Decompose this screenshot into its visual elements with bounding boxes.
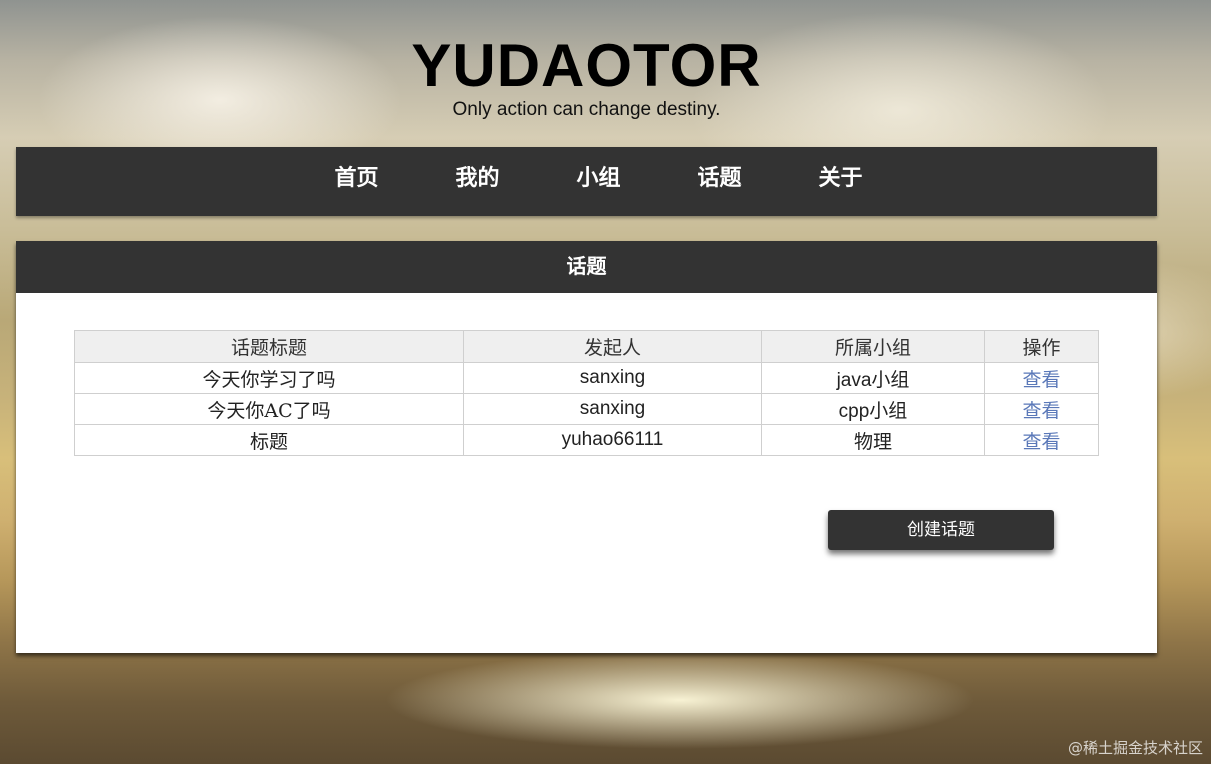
topic-action-cell: 查看 bbox=[984, 393, 1099, 425]
view-link[interactable]: 查看 bbox=[1022, 400, 1060, 422]
nav-item-home[interactable]: 首页 bbox=[296, 147, 417, 216]
column-header-group: 所属小组 bbox=[761, 330, 985, 363]
topic-title-cell: 今天你AC了吗 bbox=[74, 393, 464, 425]
nav-list: 首页 我的 小组 话题 关于 bbox=[296, 147, 901, 216]
panel-title: 话题 bbox=[16, 241, 1157, 293]
topic-author-cell: sanxing bbox=[463, 393, 762, 425]
create-topic-button[interactable]: 创建话题 bbox=[828, 510, 1054, 550]
topic-group-cell: 物理 bbox=[761, 424, 985, 456]
site-header: YUDAOTOR Only action can change destiny. bbox=[0, 30, 1173, 121]
table-row: 标题 yuhao66111 物理 查看 bbox=[74, 424, 1099, 456]
watermark: @稀土掘金技术社区 bbox=[1067, 739, 1203, 757]
column-header-action: 操作 bbox=[984, 330, 1099, 363]
topic-action-cell: 查看 bbox=[984, 362, 1099, 394]
topics-table: 话题标题 发起人 所属小组 操作 今天你学习了吗 sanxing java小组 … bbox=[74, 330, 1099, 456]
view-link[interactable]: 查看 bbox=[1022, 369, 1060, 391]
topic-group-cell: java小组 bbox=[761, 362, 985, 394]
topic-title-cell: 今天你学习了吗 bbox=[74, 362, 464, 394]
topics-panel: 话题 话题标题 发起人 所属小组 操作 今天你学习了吗 sanxing java… bbox=[16, 241, 1157, 653]
table-row: 今天你学习了吗 sanxing java小组 查看 bbox=[74, 362, 1099, 394]
site-title: YUDAOTOR bbox=[411, 32, 762, 99]
topic-action-cell: 查看 bbox=[984, 424, 1099, 456]
site-subtitle: Only action can change destiny. bbox=[452, 99, 721, 120]
nav-item-groups[interactable]: 小组 bbox=[538, 147, 659, 216]
column-header-author: 发起人 bbox=[463, 330, 762, 363]
nav-item-about[interactable]: 关于 bbox=[780, 147, 901, 216]
view-link[interactable]: 查看 bbox=[1022, 431, 1060, 453]
table-header-row: 话题标题 发起人 所属小组 操作 bbox=[74, 330, 1099, 363]
table-row: 今天你AC了吗 sanxing cpp小组 查看 bbox=[74, 393, 1099, 425]
topic-author-cell: sanxing bbox=[463, 362, 762, 394]
nav-item-topics[interactable]: 话题 bbox=[659, 147, 780, 216]
column-header-title: 话题标题 bbox=[74, 330, 464, 363]
nav-item-mine[interactable]: 我的 bbox=[417, 147, 538, 216]
main-navbar: 首页 我的 小组 话题 关于 bbox=[16, 147, 1157, 216]
topic-title-cell: 标题 bbox=[74, 424, 464, 456]
topic-author-cell: yuhao66111 bbox=[463, 424, 762, 456]
topic-group-cell: cpp小组 bbox=[761, 393, 985, 425]
